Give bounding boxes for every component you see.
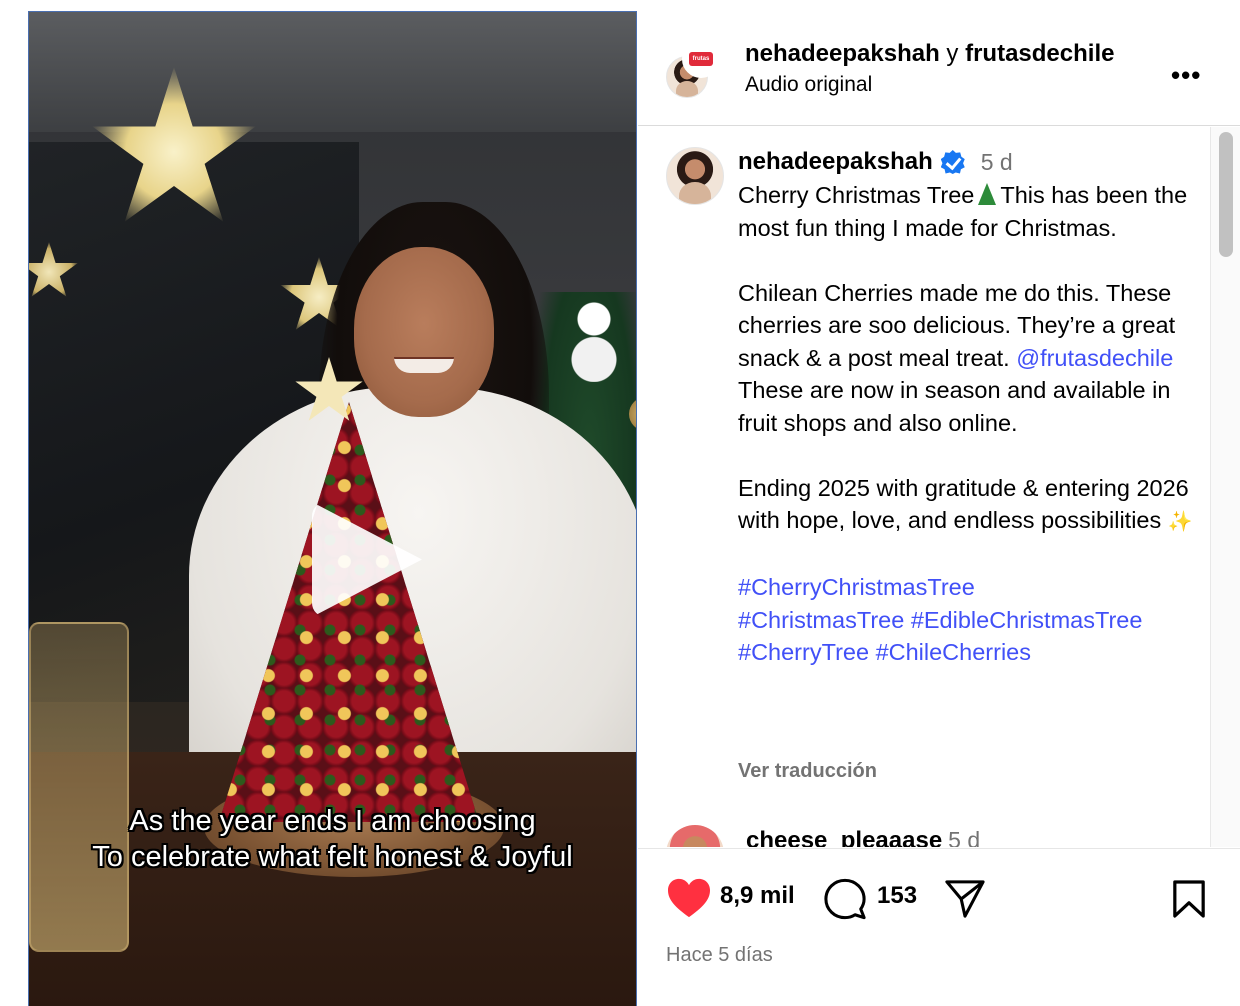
collab-avatar[interactable]: frutas [682,40,720,78]
author-username[interactable]: nehadeepakshah [745,40,940,67]
comments-scroll[interactable]: nehadeepakshah 5 d Cherry Christmas Tree… [638,127,1240,847]
video-lantern [29,622,129,952]
sparkles-emoji-icon: ✨ [1167,511,1193,533]
caption-time[interactable]: 5 d [981,149,1013,176]
caption-line-title: Cherry Christmas Tree [738,182,975,208]
caption-text: Cherry Christmas Tree This has been the m… [738,179,1198,669]
share-icon[interactable] [944,879,986,919]
post-timestamp[interactable]: Hace 5 días [666,944,773,967]
see-translation-button[interactable]: Ver traducción [738,760,877,783]
action-bar: 8,9 mil 153 Hace 5 días [638,848,1240,1006]
caption-paragraph-newyear: Ending 2025 with gratitude & entering 20… [738,474,1189,534]
christmas-tree-emoji-icon [978,183,997,205]
more-options-icon[interactable]: ••• [1171,60,1201,91]
video-person-face [354,247,494,417]
commenter-username[interactable]: cheese_pleaaase [746,827,942,847]
video-snowman-ornament [569,292,619,382]
like-count[interactable]: 8,9 mil [720,882,795,910]
post-header: frutas nehadeepakshah y frutasdechile Au… [638,11,1240,126]
reel-video[interactable]: As the year ends I am choosing To celebr… [28,11,637,1006]
caption-paragraph-availability: These are now in season and available in… [738,377,1171,436]
verified-badge-icon [940,150,965,174]
post-authors: nehadeepakshah y frutasdechile [745,40,1114,68]
heart-icon[interactable] [666,877,712,919]
comment-count[interactable]: 153 [877,882,917,910]
caption-username[interactable]: nehadeepakshah [738,148,933,176]
comments-scrollbar[interactable] [1210,127,1240,847]
collab-logo-icon: frutas [689,52,713,66]
hashtag-link[interactable]: #ChileCherries [876,639,1031,665]
commenter-avatar[interactable] [666,825,724,847]
caption-header: nehadeepakshah 5 d [738,148,1013,176]
commenter-header: cheese_pleaaase 5 d [746,827,980,847]
post-panel: frutas nehadeepakshah y frutasdechile Au… [638,11,1240,1006]
video-caption-line-2: To celebrate what felt honest & Joyful [92,841,573,873]
hashtag-link[interactable]: #CherryChristmasTree [738,574,975,600]
video-ceiling [29,12,636,132]
video-person-smile [394,357,454,373]
comment-item: cheese_pleaaase 5 d [666,825,1226,847]
scrollbar-thumb[interactable] [1219,132,1233,257]
hashtag-link[interactable]: #ChristmasTree [738,607,904,633]
comment-time[interactable]: 5 d [948,827,980,847]
hashtag-link[interactable]: #EdibleChristmasTree [911,607,1143,633]
bookmark-icon[interactable] [1172,879,1206,919]
authors-conjunction: y [946,40,959,67]
mention-link[interactable]: @frutasdechile [1016,345,1173,371]
audio-label[interactable]: Audio original [745,73,872,97]
video-caption-line-1: As the year ends I am choosing [129,805,536,837]
hashtag-link[interactable]: #CherryTree [738,639,869,665]
collab-username[interactable]: frutasdechile [965,40,1114,67]
caption-author-avatar[interactable] [666,147,724,205]
comment-icon[interactable] [824,878,866,920]
